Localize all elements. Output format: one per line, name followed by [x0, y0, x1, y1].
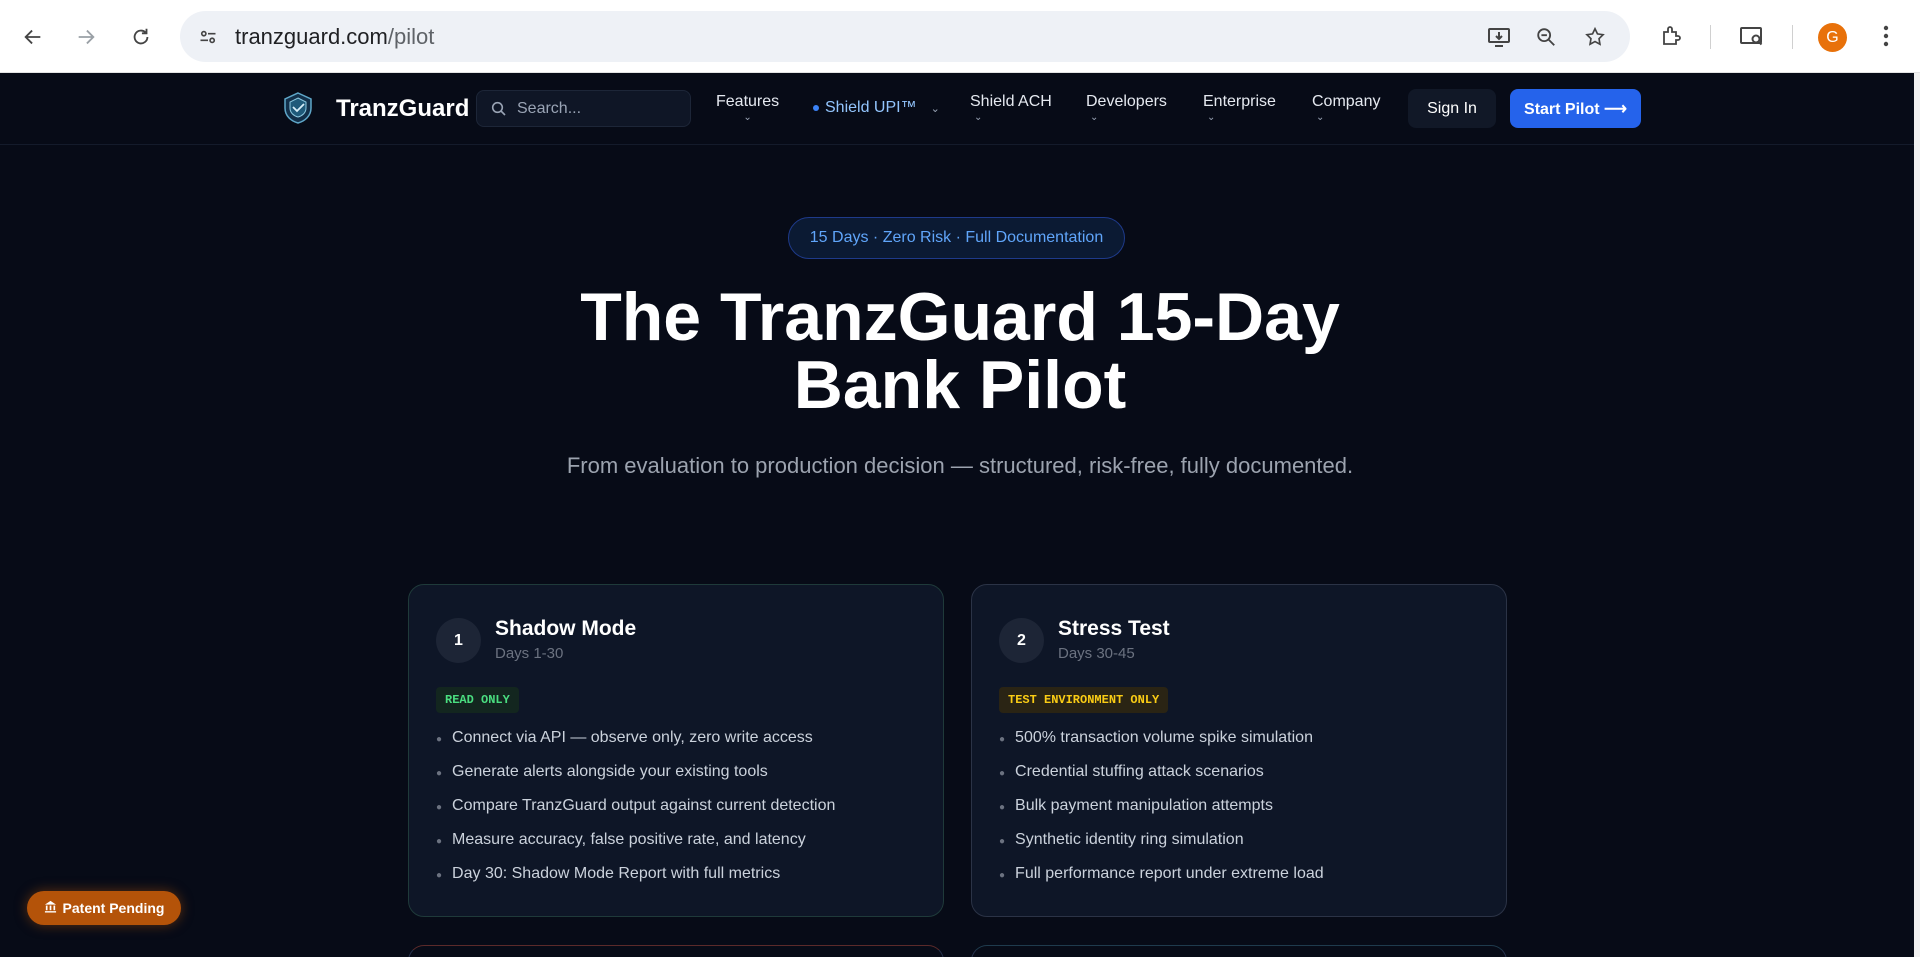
phase-list: ● Connect via API — observe only, zero wr…: [436, 726, 835, 896]
phase-days: Days 1-30: [495, 645, 564, 662]
nav-company[interactable]: Company ⌄: [1312, 93, 1380, 123]
chevron-down-icon: ⌄: [1090, 112, 1099, 123]
start-pilot-button[interactable]: Start Pilot ⟶: [1510, 89, 1641, 128]
nav-shield-ach-label: Shield ACH: [970, 93, 1052, 110]
phase-number-badge: 1: [436, 618, 481, 663]
more-menu-icon[interactable]: [1868, 18, 1904, 54]
hero-badge: 15 Days · Zero Risk · Full Documentation: [788, 217, 1125, 259]
site-header: TranzGuard Features ⌄ Shield UPI™ ⌄ Shie…: [0, 73, 1914, 145]
bookmark-star-icon[interactable]: [1581, 23, 1609, 51]
bullet-icon: ●: [436, 836, 443, 847]
search-icon: [491, 101, 507, 117]
back-arrow-icon[interactable]: [14, 18, 52, 56]
page-viewport: TranzGuard Features ⌄ Shield UPI™ ⌄ Shie…: [0, 73, 1914, 957]
url-text[interactable]: tranzguard.com/pilot: [235, 24, 434, 50]
chevron-down-icon: ⌄: [930, 102, 940, 115]
bullet-icon: ●: [436, 802, 443, 813]
list-item: ● Full performance report under extreme l…: [999, 862, 1324, 896]
list-item: ● Bulk payment manipulation attempts: [999, 794, 1324, 828]
nav-shield-ach[interactable]: Shield ACH ⌄: [970, 93, 1052, 123]
tranzguard-logo-icon[interactable]: [280, 90, 316, 126]
chevron-down-icon: ⌄: [1207, 112, 1216, 123]
page-title: The TranzGuard 15-Day Bank Pilot: [460, 283, 1460, 419]
reload-icon[interactable]: [122, 18, 160, 56]
nav-company-label: Company: [1312, 93, 1381, 110]
list-item: ● Measure accuracy, false positive rate, …: [436, 828, 835, 862]
bullet-icon: ●: [436, 768, 443, 779]
patent-pending-badge[interactable]: Patent Pending: [27, 891, 181, 925]
phase-tag: READ ONLY: [436, 687, 519, 713]
search-box[interactable]: [476, 90, 691, 127]
browser-toolbar: tranzguard.com/pilot G: [0, 0, 1920, 73]
bullet-icon: ●: [999, 836, 1006, 847]
tab-search-icon[interactable]: [1734, 18, 1770, 54]
phase-card-stress-test: 2 Stress Test Days 30-45 TEST ENVIRONMEN…: [971, 584, 1507, 917]
toolbar-separator: [1792, 25, 1793, 49]
profile-avatar[interactable]: G: [1818, 23, 1847, 52]
list-item: ● Credential stuffing attack scenarios: [999, 760, 1324, 794]
nav-shield-upi[interactable]: Shield UPI™ ⌄: [813, 99, 940, 117]
list-item: ● Compare TranzGuard output against curre…: [436, 794, 835, 828]
bullet-icon: ●: [999, 870, 1006, 881]
page-subtitle: From evaluation to production decision —…: [566, 453, 1354, 478]
next-card-edge: [971, 945, 1507, 957]
phase-list: ● 500% transaction volume spike simulatio…: [999, 726, 1324, 896]
phase-title: Stress Test: [1058, 617, 1170, 640]
search-input[interactable]: [517, 98, 682, 120]
chevron-down-icon: ⌄: [743, 112, 752, 123]
chevron-down-icon: ⌄: [1316, 112, 1325, 123]
install-app-icon[interactable]: [1485, 23, 1513, 51]
nav-shield-upi-label: Shield UPI™: [825, 99, 917, 116]
site-info-icon[interactable]: [194, 23, 222, 51]
bullet-icon: ●: [436, 870, 443, 881]
phase-tag: TEST ENVIRONMENT ONLY: [999, 687, 1169, 713]
page-title-line-2: Bank Pilot: [793, 347, 1127, 423]
brand-name[interactable]: TranzGuard: [336, 95, 469, 123]
toolbar-separator: [1710, 25, 1711, 49]
status-dot-icon: [813, 105, 819, 111]
list-item: ● Connect via API — observe only, zero wr…: [436, 726, 835, 760]
bullet-icon: ●: [999, 802, 1006, 813]
phase-number-badge: 2: [999, 618, 1044, 663]
list-item: ● 500% transaction volume spike simulatio…: [999, 726, 1324, 760]
phase-title: Shadow Mode: [495, 617, 637, 640]
nav-features[interactable]: Features ⌄: [716, 93, 779, 123]
bullet-icon: ●: [999, 734, 1006, 745]
extensions-icon[interactable]: [1654, 18, 1690, 54]
phase-card-shadow-mode: 1 Shadow Mode Days 1-30 READ ONLY ● Conne…: [408, 584, 944, 917]
list-item: ● Generate alerts alongside your existing…: [436, 760, 835, 794]
patent-pending-label: Patent Pending: [62, 900, 165, 916]
forward-arrow-icon[interactable]: [67, 18, 105, 56]
sign-in-button[interactable]: Sign In: [1408, 89, 1496, 128]
page-scrollbar[interactable]: [1914, 73, 1920, 957]
next-card-edge: [408, 945, 944, 957]
bullet-icon: ●: [436, 734, 443, 745]
chevron-down-icon: ⌄: [974, 112, 983, 123]
zoom-icon[interactable]: [1532, 23, 1560, 51]
bullet-icon: ●: [999, 768, 1006, 779]
address-bar[interactable]: tranzguard.com/pilot: [180, 11, 1630, 62]
list-item: ● Day 30: Shadow Mode Report with full me…: [436, 862, 835, 896]
nav-enterprise[interactable]: Enterprise ⌄: [1203, 93, 1276, 123]
list-item: ● Synthetic identity ring simulation: [999, 828, 1324, 862]
page-title-line-1: The TranzGuard 15-Day: [580, 279, 1340, 355]
phase-days: Days 30-45: [1058, 645, 1135, 662]
nav-enterprise-label: Enterprise: [1203, 93, 1276, 110]
bank-icon: [44, 900, 57, 916]
nav-features-label: Features: [716, 93, 780, 110]
nav-developers[interactable]: Developers ⌄: [1086, 93, 1167, 123]
nav-developers-label: Developers: [1086, 93, 1167, 110]
